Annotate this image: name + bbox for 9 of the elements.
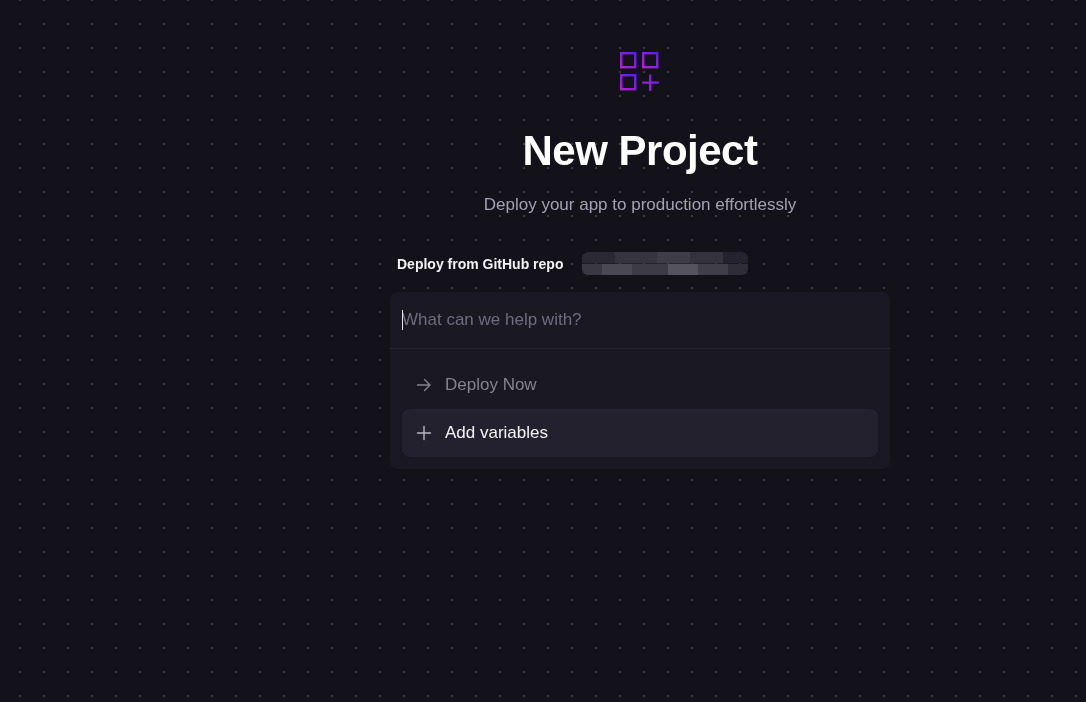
page-subtitle: Deploy your app to production effortlessly <box>483 195 797 215</box>
action-item[interactable]: Add variables <box>402 409 878 457</box>
action-item[interactable]: Deploy Now <box>402 361 878 409</box>
page-title: New Project <box>522 127 758 175</box>
source-label: Deploy from GitHub repo <box>397 255 564 272</box>
plus-icon <box>416 425 432 441</box>
grid-plus-logo-icon <box>620 52 660 92</box>
arrow-right-icon <box>416 377 432 393</box>
prompt-input-field[interactable]: What can we help with? <box>390 292 890 349</box>
